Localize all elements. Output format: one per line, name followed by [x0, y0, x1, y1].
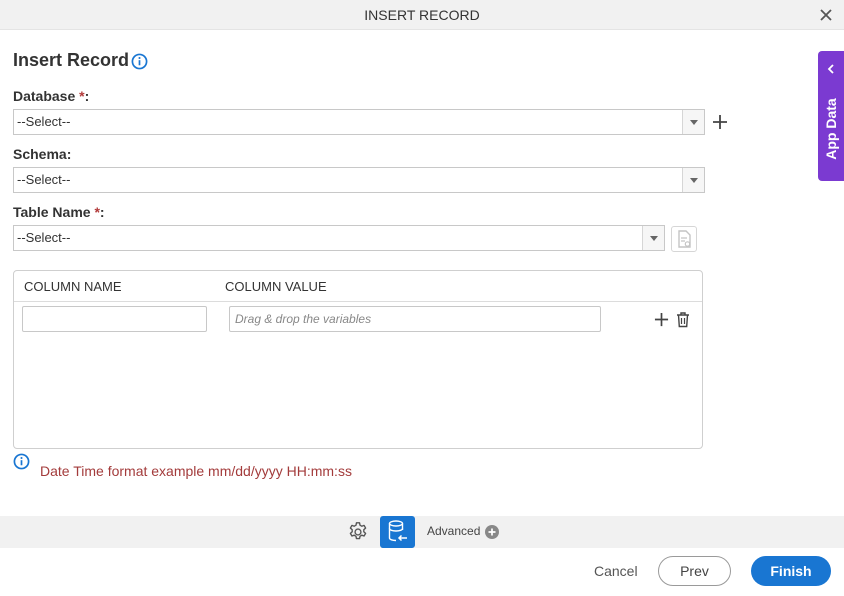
dialog-title: INSERT RECORD [364, 7, 480, 23]
app-data-panel-tab[interactable]: App Data [818, 51, 844, 181]
info-icon [13, 453, 30, 470]
info-icon[interactable] [131, 53, 148, 70]
database-label: Database *: [13, 88, 90, 104]
chevron-down-icon[interactable] [642, 226, 664, 250]
table-schema-button[interactable] [671, 226, 697, 252]
finish-button[interactable]: Finish [751, 556, 831, 586]
advanced-label[interactable]: Advanced [427, 524, 480, 538]
schema-label: Schema: [13, 146, 72, 162]
column-name-header: COLUMN NAME [24, 279, 122, 294]
app-data-label: App Data [823, 98, 839, 160]
add-database-icon[interactable] [712, 114, 728, 130]
column-value-header: COLUMN VALUE [225, 279, 327, 294]
datetime-format-note: Date Time format example mm/dd/yyyy HH:m… [40, 463, 352, 479]
cancel-button[interactable]: Cancel [594, 563, 638, 579]
column-mapping-table: COLUMN NAME COLUMN VALUE [13, 270, 703, 449]
trash-icon[interactable] [675, 311, 691, 328]
schema-select[interactable]: --Select-- [13, 167, 705, 193]
document-icon [678, 230, 691, 248]
add-circle-icon[interactable] [485, 525, 499, 539]
table-name-select[interactable]: --Select-- [13, 225, 665, 251]
column-value-input[interactable] [229, 306, 601, 332]
close-icon[interactable] [818, 7, 834, 23]
prev-button[interactable]: Prev [658, 556, 731, 586]
bottom-toolbar: Advanced [0, 516, 844, 548]
gear-icon[interactable] [347, 521, 369, 543]
database-mapping-button[interactable] [380, 516, 415, 548]
dialog-title-bar: INSERT RECORD [0, 0, 844, 30]
chevron-down-icon[interactable] [682, 168, 704, 192]
table-header: COLUMN NAME COLUMN VALUE [14, 271, 702, 302]
database-icon [388, 520, 407, 542]
chevron-left-icon [827, 64, 834, 74]
chevron-down-icon[interactable] [682, 110, 704, 134]
page-title: Insert Record [13, 50, 130, 70]
database-select[interactable]: --Select-- [13, 109, 705, 135]
add-row-icon[interactable] [654, 312, 669, 327]
column-name-input[interactable] [22, 306, 207, 332]
table-name-label: Table Name *: [13, 204, 105, 220]
